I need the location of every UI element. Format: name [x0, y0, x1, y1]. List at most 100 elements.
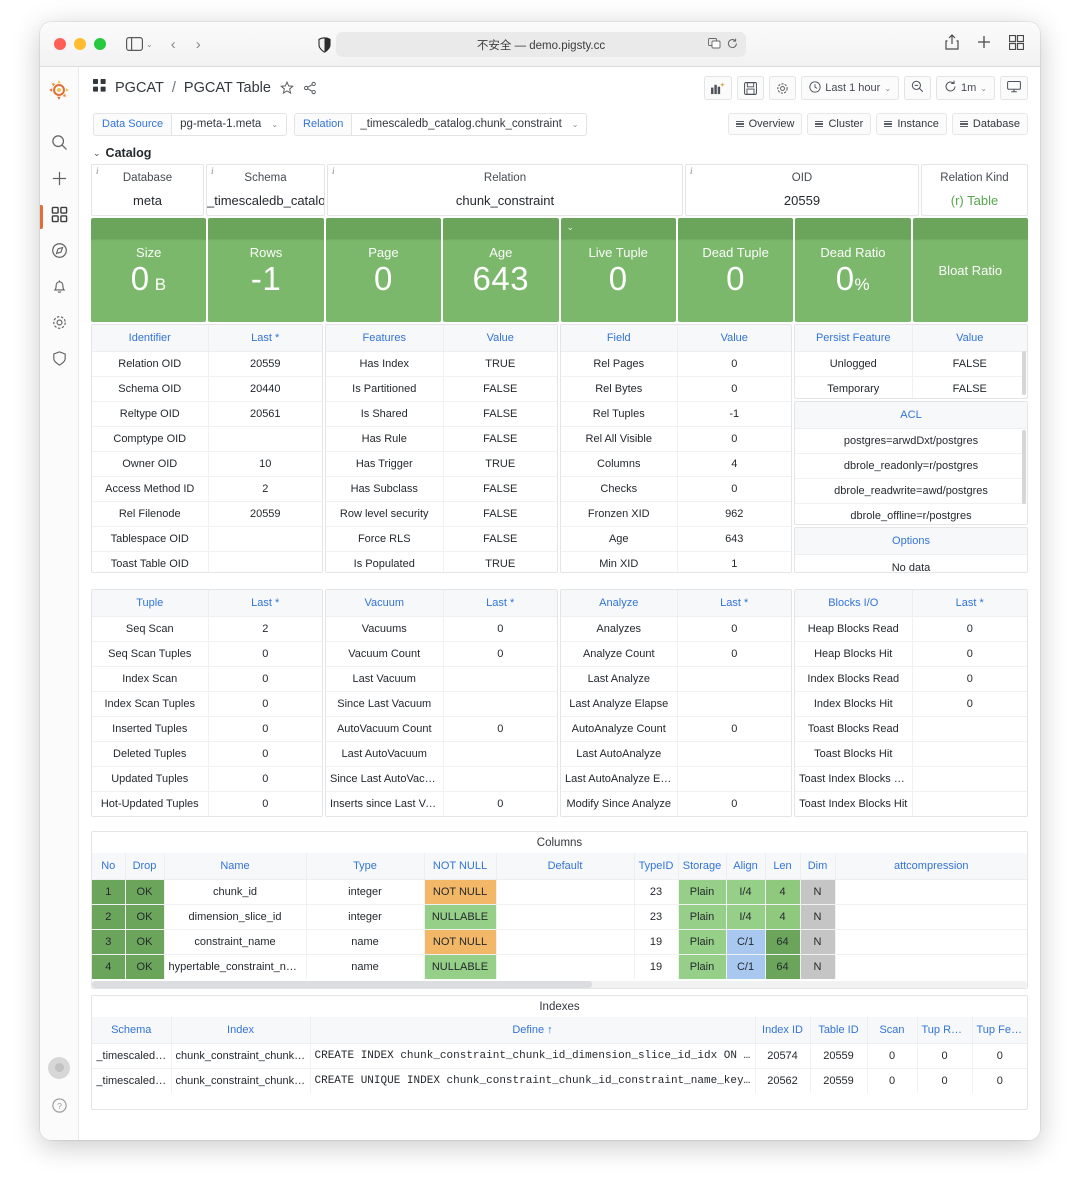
column-header-storage[interactable]: Storage — [678, 853, 727, 880]
row-header-catalog[interactable]: ⌄ Catalog — [79, 139, 1040, 164]
table-row[interactable]: Rel Filenode 20559 — [92, 501, 322, 527]
column-header[interactable]: Field — [561, 325, 678, 352]
stat-panel-age[interactable]: Age 643 — [443, 218, 559, 322]
table-panel-options[interactable]: Options No data — [794, 527, 1028, 573]
table-row[interactable]: Index Blocks Read 0 — [795, 666, 1027, 692]
column-header-align[interactable]: Align — [726, 853, 766, 880]
table-row[interactable]: 3 OK constraint_name name NOT NULL 19 Pl… — [92, 929, 1027, 955]
add-panel-button[interactable] — [704, 76, 733, 100]
chevron-down-icon[interactable]: ⌄ — [567, 222, 575, 233]
table-row[interactable]: Vacuums 0 — [326, 616, 557, 642]
refresh-icon[interactable] — [944, 80, 957, 96]
column-header-tup-fetch[interactable]: Tup Fetch — [972, 1017, 1027, 1044]
table-row[interactable]: dbrole_readonly=r/postgres — [795, 453, 1027, 479]
table-row[interactable]: Force RLS FALSE — [326, 526, 557, 552]
info-icon[interactable]: i — [690, 166, 693, 176]
table-row[interactable]: Toast Blocks Read — [795, 716, 1027, 742]
variable-relation[interactable]: Relation _timescaledb_catalog.chunk_cons… — [294, 112, 588, 136]
column-header[interactable]: Persist Feature — [795, 325, 913, 352]
column-header[interactable]: Value — [677, 325, 791, 352]
table-row[interactable]: Toast Index Blocks Hit — [795, 791, 1027, 816]
table-row[interactable]: Checks 0 — [561, 476, 791, 502]
column-header-scan[interactable]: Scan — [867, 1017, 918, 1044]
table-row[interactable]: Unlogged FALSE — [795, 351, 1027, 377]
column-header[interactable]: Vacuum — [326, 590, 444, 617]
reload-icon[interactable] — [727, 38, 738, 52]
table-row[interactable]: Rel Pages 0 — [561, 351, 791, 377]
minimize-window-button[interactable] — [74, 38, 86, 50]
stat-panel-bloat-ratio[interactable]: Bloat Ratio — [912, 218, 1028, 322]
table-row[interactable]: AutoAnalyze Count 0 — [561, 716, 791, 742]
variable-relation-value[interactable]: _timescaledb_catalog.chunk_constraint ⌄ — [351, 112, 588, 136]
column-header[interactable]: Analyze — [561, 590, 678, 617]
column-header-attcompression[interactable]: attcompression — [835, 853, 1027, 880]
chevron-down-icon[interactable]: ⌄ — [146, 40, 153, 49]
table-row[interactable]: Seq Scan Tuples 0 — [92, 641, 322, 667]
column-header[interactable]: Identifier — [92, 325, 209, 352]
stat-panel-dead-ratio[interactable]: Dead Ratio 0% — [795, 218, 911, 322]
maximize-window-button[interactable] — [94, 38, 106, 50]
table-row[interactable]: Modify Since Analyze 0 — [561, 791, 791, 816]
breadcrumb[interactable]: PGCAT / PGCAT Table — [115, 80, 271, 96]
table-row[interactable]: 4 OK hypertable_constraint_name name NUL… — [92, 954, 1027, 979]
column-header-type[interactable]: Type — [306, 853, 425, 880]
browser-navigation[interactable]: ‹ › — [171, 36, 201, 53]
table-row[interactable]: Temporary FALSE — [795, 376, 1027, 398]
table-row[interactable]: postgres=arwdDxt/postgres — [795, 428, 1027, 454]
column-header-define[interactable]: Define ↑ — [310, 1017, 756, 1044]
column-header[interactable]: Last * — [208, 325, 322, 352]
table-panel-field[interactable]: Field Value Rel Pages 0 Rel Bytes 0 Rel Tu… — [560, 324, 792, 573]
table-row[interactable]: Since Last AutoVacuu… — [326, 766, 557, 792]
column-header-dim[interactable]: Dim — [800, 853, 836, 880]
table-panel-tuple[interactable]: Tuple Last * Seq Scan 2 Seq Scan Tuples 0 … — [91, 589, 323, 817]
dashboard-link-instance[interactable]: Instance — [876, 113, 947, 135]
column-header-name[interactable]: Name — [164, 853, 307, 880]
table-row[interactable]: Last Analyze Elapse — [561, 691, 791, 717]
table-panel-features[interactable]: Features Value Has Index TRUE Is Partitio… — [325, 324, 558, 573]
sidebar-item-alerting[interactable] — [40, 271, 79, 307]
table-row[interactable]: Last AutoAnalyze Ela… — [561, 766, 791, 792]
table-row[interactable]: _timescaled… chunk_constraint_chunk_id_d… — [92, 1043, 1027, 1069]
sidebar-toggle-icon[interactable]: ⌄ — [126, 37, 153, 51]
table-panel-identifier[interactable]: Identifier Last * Relation OID 20559 Sche… — [91, 324, 323, 573]
stat-panel-rows[interactable]: Rows -1 — [208, 218, 324, 322]
table-row[interactable]: Last Vacuum — [326, 666, 557, 692]
table-row[interactable]: Reltype OID 20561 — [92, 401, 322, 427]
table-row[interactable]: Inserts since Last Vac… 0 — [326, 791, 557, 816]
table-row[interactable]: Analyzes 0 — [561, 616, 791, 642]
table-panel-persist-feature[interactable]: Persist Feature Value Unlogged FALSE Temp… — [794, 324, 1028, 399]
column-header-no[interactable]: No — [92, 853, 126, 880]
stat-panel-relation[interactable]: i Relation chunk_constraint — [327, 164, 683, 216]
table-row[interactable]: Heap Blocks Read 0 — [795, 616, 1027, 642]
info-icon[interactable]: i — [96, 166, 99, 176]
table-row[interactable]: Updated Tuples 0 — [92, 766, 322, 792]
close-window-button[interactable] — [54, 38, 66, 50]
table-row[interactable]: Vacuum Count 0 — [326, 641, 557, 667]
table-row[interactable]: 2 OK dimension_slice_id integer NULLABLE… — [92, 904, 1027, 930]
column-header[interactable]: Tuple — [92, 590, 209, 617]
table-row[interactable]: Last Analyze — [561, 666, 791, 692]
star-icon[interactable] — [279, 81, 294, 95]
dashboard-link-cluster[interactable]: Cluster — [807, 113, 872, 135]
sidebar-item-explore[interactable] — [40, 235, 79, 271]
indexes-panel[interactable]: Indexes Schema Index Define ↑ Index ID T… — [91, 995, 1028, 1110]
table-row[interactable]: _timescaled… chunk_constraint_chunk_id_c… — [92, 1068, 1027, 1093]
table-row[interactable]: Is Partitioned FALSE — [326, 376, 557, 402]
column-header-notnull[interactable]: NOT NULL — [424, 853, 497, 880]
table-row[interactable]: Deleted Tuples 0 — [92, 741, 322, 767]
table-row[interactable]: Index Scan Tuples 0 — [92, 691, 322, 717]
vertical-scrollbar[interactable] — [1022, 351, 1026, 395]
table-row[interactable]: Rel Tuples -1 — [561, 401, 791, 427]
stat-panel-size[interactable]: Size 0 B — [91, 218, 207, 322]
grafana-logo-icon[interactable] — [48, 79, 70, 101]
table-row[interactable]: Toast Table OID — [92, 551, 322, 572]
column-header[interactable]: Options — [795, 528, 1027, 555]
browser-right-actions[interactable] — [945, 34, 1025, 55]
column-header-drop[interactable]: Drop — [125, 853, 165, 880]
table-row[interactable]: Heap Blocks Hit 0 — [795, 641, 1027, 667]
column-header[interactable]: Value — [912, 325, 1027, 352]
table-row[interactable]: Index Blocks Hit 0 — [795, 691, 1027, 717]
table-row[interactable]: AutoVacuum Count 0 — [326, 716, 557, 742]
sidebar-item-dashboards[interactable] — [40, 199, 79, 235]
stat-panel-database[interactable]: i Database meta — [91, 164, 204, 216]
